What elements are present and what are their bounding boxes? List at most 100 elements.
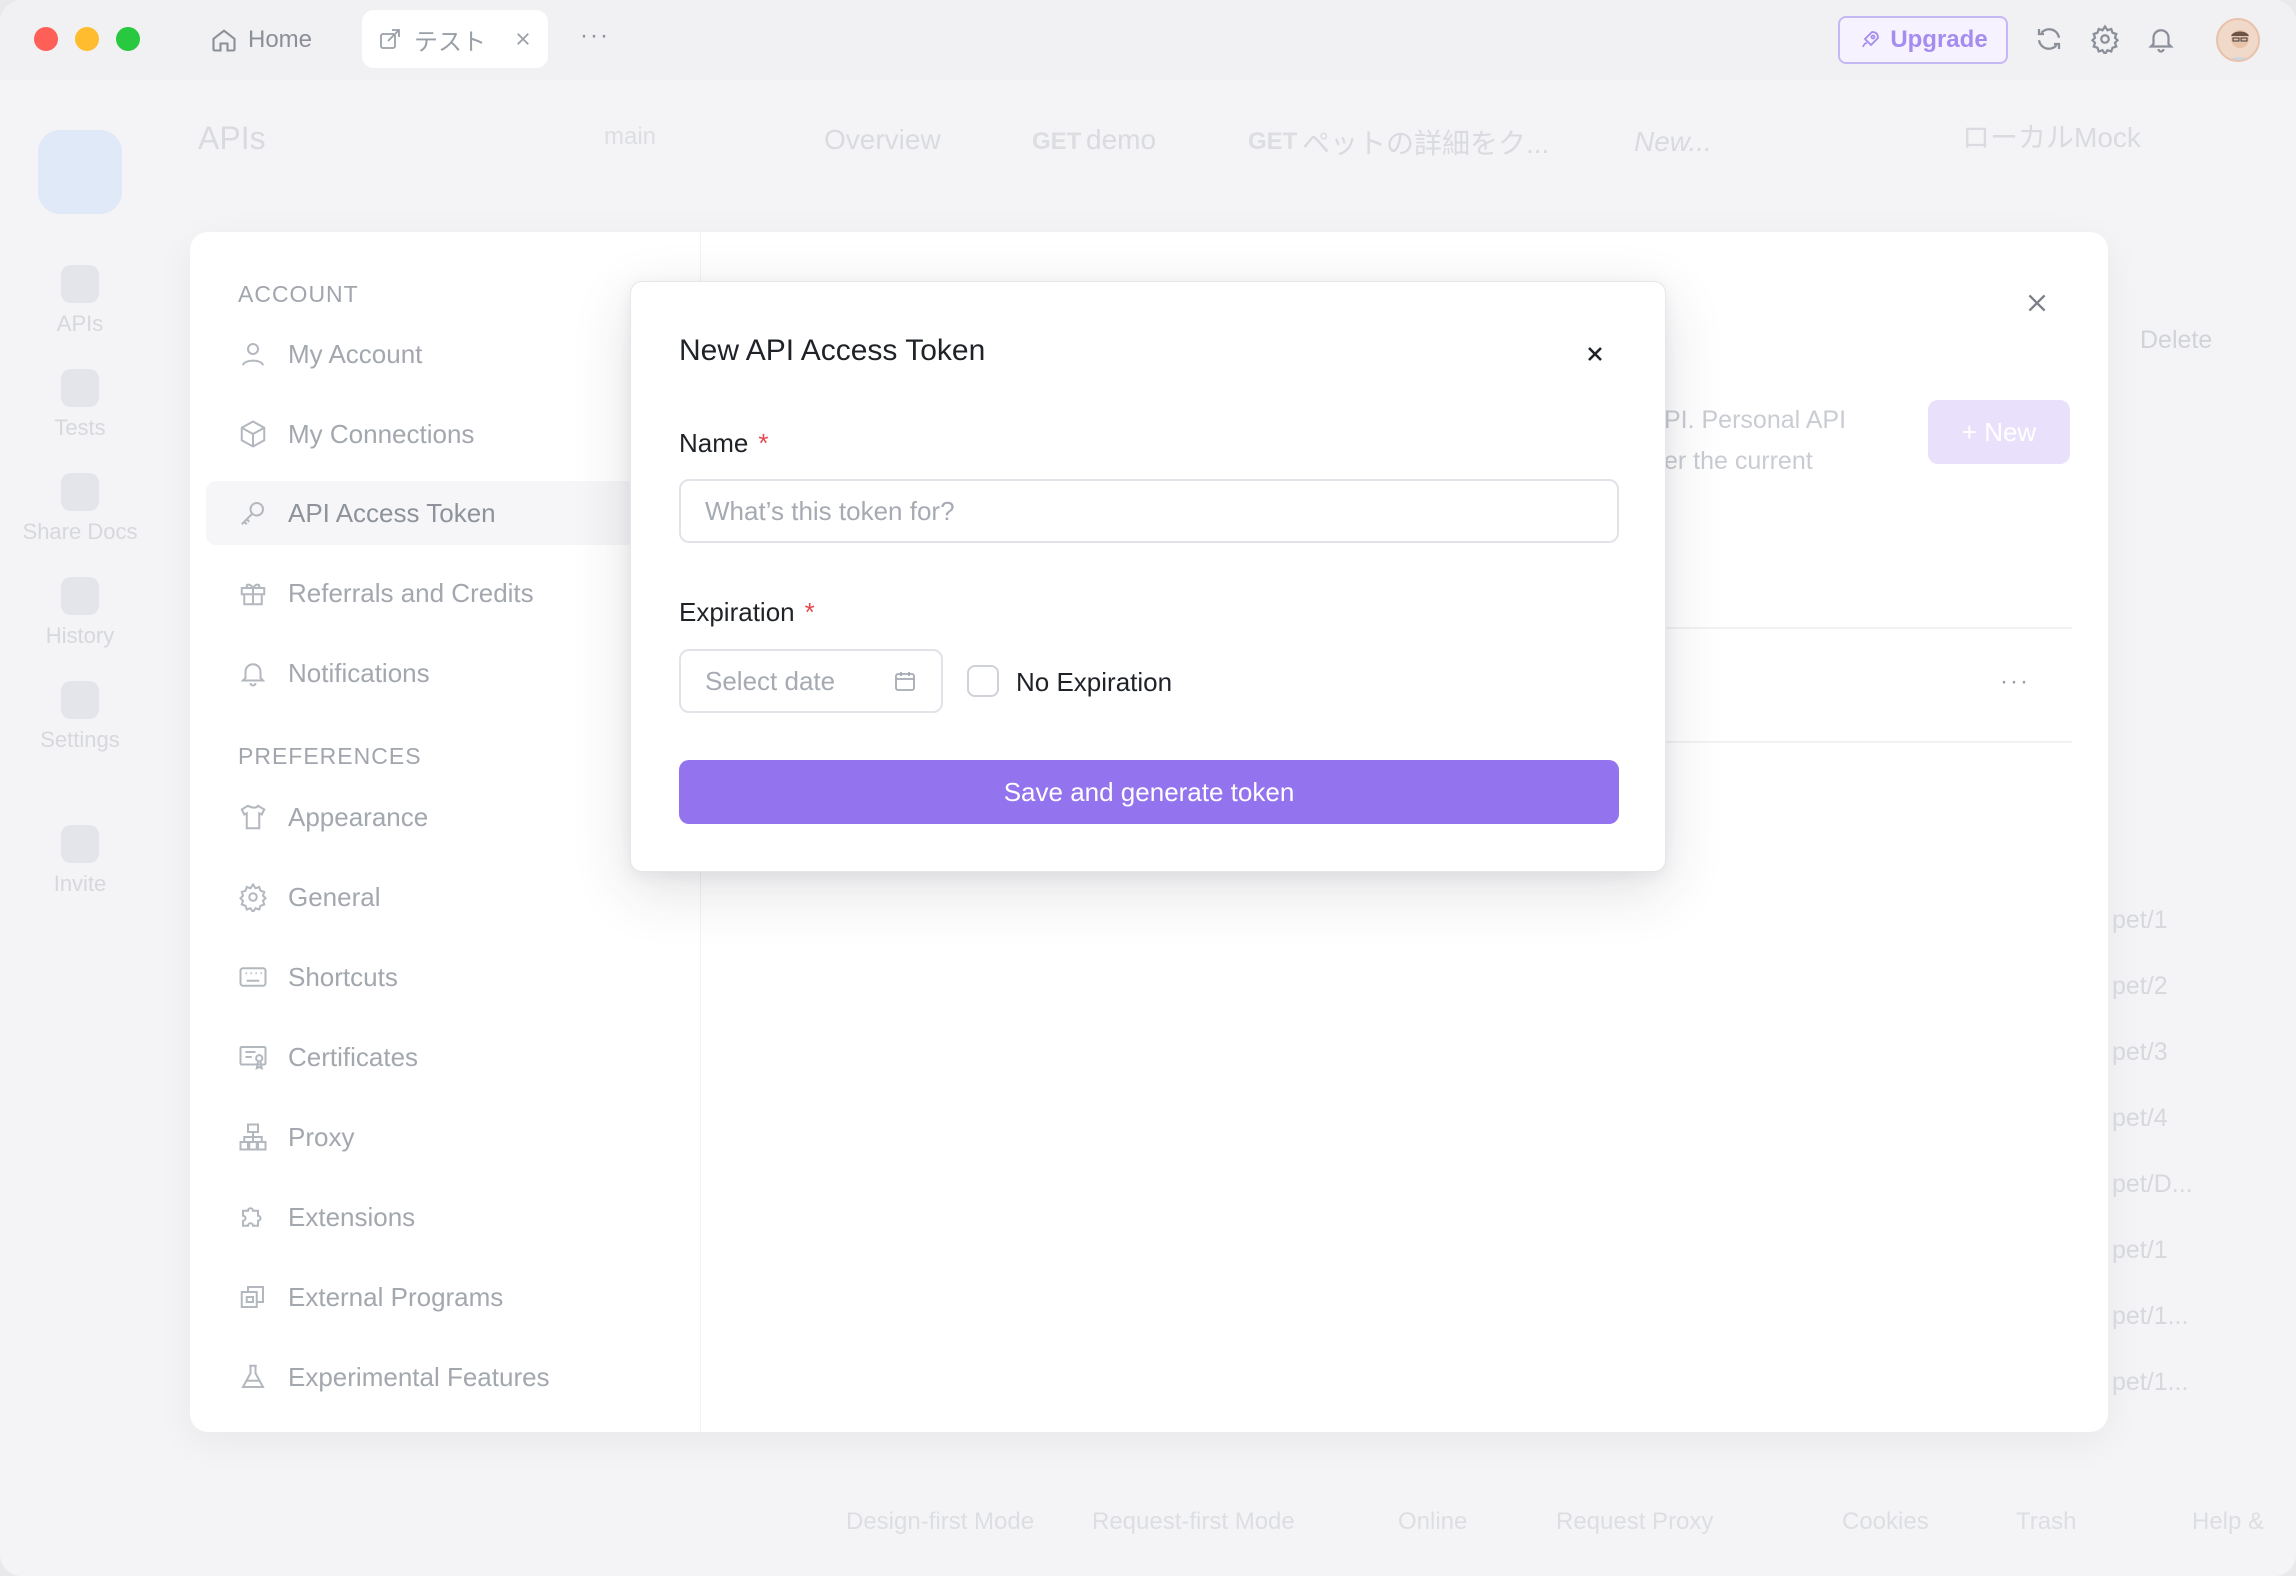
app-window: Home テスト ··· Upgrade APIs Tests Share Do… <box>0 0 2296 1576</box>
date-placeholder: Select date <box>705 665 836 696</box>
nav-appearance[interactable]: Appearance <box>206 785 636 849</box>
nav-certificates[interactable]: Certificates <box>206 1025 636 1089</box>
keyboard-icon <box>238 962 268 992</box>
rail-item-tests[interactable]: Tests <box>0 369 160 441</box>
upgrade-label: Upgrade <box>1890 26 1988 53</box>
apis-heading: APIs <box>198 120 266 156</box>
branch-selector[interactable]: main <box>604 123 656 151</box>
nav-proxy-label: Proxy <box>288 1121 355 1152</box>
close-window-button[interactable] <box>34 27 58 51</box>
top-tab-demo[interactable]: demo <box>1086 124 1156 156</box>
preferences-section-label: PREFERENCES <box>238 743 422 769</box>
user-icon <box>238 339 268 369</box>
token-name-input[interactable] <box>679 479 1619 543</box>
bell-icon[interactable] <box>2146 24 2176 54</box>
calendar-icon <box>893 669 917 693</box>
required-marker: * <box>758 428 769 458</box>
path-item: pet/3 <box>2112 1038 2168 1066</box>
path-item: pet/4 <box>2112 1104 2168 1132</box>
delete-link[interactable]: Delete <box>2140 326 2212 355</box>
settings-close-icon[interactable] <box>2024 290 2050 316</box>
nav-api-access-token[interactable]: API Access Token <box>206 481 636 545</box>
name-field-label: Name * <box>679 428 768 459</box>
top-tab-pet-method: GET <box>1248 128 1298 155</box>
path-item: pet/1 <box>2112 906 2168 934</box>
status-design-first[interactable]: Design-first Mode <box>846 1508 1034 1536</box>
gear-icon <box>238 882 268 912</box>
nav-notifications[interactable]: Notifications <box>206 641 636 705</box>
status-online: Online <box>1398 1508 1468 1535</box>
path-item: pet/1... <box>2112 1302 2189 1330</box>
status-request-first[interactable]: Request-first Mode <box>1092 1508 1295 1536</box>
row-more-button[interactable]: ··· <box>2000 668 2030 696</box>
nav-api-access-token-label: API Access Token <box>288 497 496 528</box>
minimize-window-button[interactable] <box>75 27 99 51</box>
nav-experimental-label: Experimental Features <box>288 1361 550 1392</box>
certificate-icon <box>238 1042 268 1072</box>
no-expiration-label[interactable]: No Expiration <box>1016 667 1172 698</box>
nav-my-connections[interactable]: My Connections <box>206 402 636 466</box>
avatar[interactable] <box>2216 18 2260 62</box>
title-bar: Home テスト ··· Upgrade <box>0 0 2296 80</box>
expiration-field-label: Expiration * <box>679 597 815 628</box>
path-item: pet/D... <box>2112 1170 2193 1198</box>
table-divider <box>1666 627 2072 629</box>
nav-certificates-label: Certificates <box>288 1041 419 1072</box>
tab-test[interactable]: テスト <box>362 10 548 68</box>
dialog-title: New API Access Token <box>679 334 986 367</box>
sync-icon[interactable] <box>2034 24 2064 54</box>
external-link-icon <box>378 27 402 51</box>
nav-referrals-and-credits[interactable]: Referrals and Credits <box>206 561 636 625</box>
nav-general-label: General <box>288 881 381 912</box>
nav-my-account-label: My Account <box>288 338 423 369</box>
rail-item-apis[interactable]: APIs <box>0 265 160 337</box>
status-trash[interactable]: Trash <box>2016 1508 2076 1536</box>
top-tab-pet-detail[interactable]: ペットの詳細をク... <box>1302 122 1549 162</box>
save-and-generate-button[interactable]: Save and generate token <box>679 760 1619 824</box>
nav-external-programs[interactable]: External Programs <box>206 1265 636 1329</box>
nav-my-connections-label: My Connections <box>288 418 475 449</box>
top-tab-demo-method: GET <box>1032 128 1082 155</box>
tab-close-icon[interactable] <box>514 30 532 48</box>
status-request-proxy[interactable]: Request Proxy <box>1556 1508 1713 1536</box>
flask-icon <box>238 1362 268 1392</box>
new-token-dialog: New API Access Token Name * Expiration * S… <box>630 281 1666 872</box>
no-expiration-checkbox[interactable] <box>967 665 999 697</box>
tabs-more-button[interactable]: ··· <box>580 22 610 50</box>
gift-icon <box>238 578 268 608</box>
puzzle-icon <box>238 1202 268 1232</box>
shirt-icon <box>238 802 268 832</box>
path-item: pet/1 <box>2112 1236 2168 1264</box>
rail-item-share-docs[interactable]: Share Docs <box>0 473 160 545</box>
top-tab-overview[interactable]: Overview <box>824 124 941 156</box>
environment-selector[interactable]: ローカルMock <box>1962 116 2141 156</box>
nav-general[interactable]: General <box>206 865 636 929</box>
nav-experimental-features[interactable]: Experimental Features <box>206 1345 636 1409</box>
upgrade-button[interactable]: Upgrade <box>1838 16 2008 64</box>
rail-item-invite[interactable]: Invite <box>0 825 160 897</box>
bell-icon <box>238 658 268 688</box>
path-item: pet/1... <box>2112 1368 2189 1396</box>
nav-my-account[interactable]: My Account <box>206 322 636 386</box>
rail-item-settings[interactable]: Settings <box>0 681 160 753</box>
rail-item-history[interactable]: History <box>0 577 160 649</box>
tab-home[interactable]: Home <box>210 20 312 60</box>
status-help[interactable]: Help & <box>2192 1508 2264 1536</box>
top-tab-new[interactable]: New... <box>1634 126 1712 158</box>
maximize-window-button[interactable] <box>116 27 140 51</box>
path-item: pet/2 <box>2112 972 2168 1000</box>
nav-extensions[interactable]: Extensions <box>206 1185 636 1249</box>
nav-shortcuts[interactable]: Shortcuts <box>206 945 636 1009</box>
token-description-line-2: er the current <box>1664 447 1813 475</box>
account-section-label: ACCOUNT <box>238 281 359 307</box>
windows-icon <box>238 1282 268 1312</box>
status-cookies[interactable]: Cookies <box>1842 1508 1929 1536</box>
nav-appearance-label: Appearance <box>288 801 429 832</box>
expiration-date-picker[interactable]: Select date <box>679 649 943 713</box>
cube-icon <box>238 419 268 449</box>
table-divider <box>1666 741 2072 743</box>
gear-icon[interactable] <box>2090 24 2120 54</box>
new-token-button[interactable]: + New <box>1928 400 2070 464</box>
dialog-close-icon[interactable] <box>1583 342 1607 366</box>
nav-proxy[interactable]: Proxy <box>206 1105 636 1169</box>
